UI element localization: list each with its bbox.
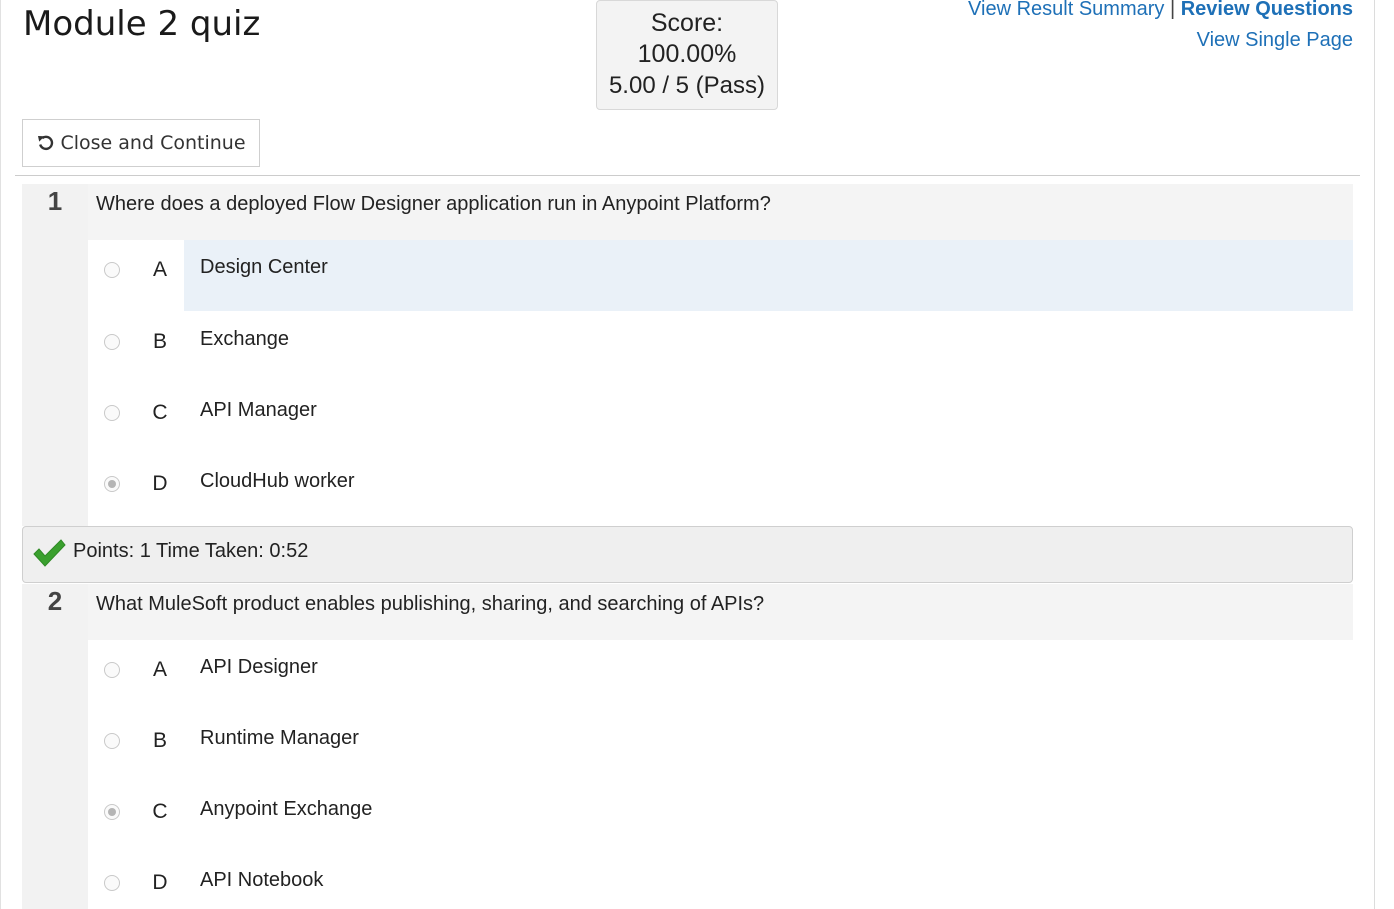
- option-letter: D: [152, 472, 168, 495]
- question-1: 1 Where does a deployed Flow Designer ap…: [22, 184, 1353, 526]
- option-letter: D: [152, 871, 168, 894]
- option-letter: C: [152, 800, 168, 823]
- question-text: What MuleSoft product enables publishing…: [96, 593, 765, 615]
- answer-option[interactable]: D CloudHub worker: [22, 454, 1353, 525]
- checkmark-icon: [33, 539, 66, 567]
- score-percent: 100.00%: [637, 40, 737, 68]
- view-single-page-link[interactable]: View Single Page: [1197, 29, 1353, 51]
- question-text-row: What MuleSoft product enables publishing…: [88, 584, 1353, 640]
- question-number: 1: [47, 186, 63, 216]
- option-letter: A: [152, 658, 167, 681]
- score-label: Score:: [650, 9, 724, 37]
- question-text-row: Where does a deployed Flow Designer appl…: [88, 184, 1353, 240]
- answer-cell: CloudHub worker: [184, 454, 1353, 525]
- answer-option[interactable]: C Anypoint Exchange: [22, 782, 1353, 853]
- answer-cell: Runtime Manager: [184, 711, 1353, 782]
- question-result-bar: Points: 1 Time Taken: 0:52: [22, 526, 1353, 583]
- answer-option[interactable]: C API Manager: [22, 383, 1353, 454]
- answer-option[interactable]: B Runtime Manager: [22, 711, 1353, 782]
- answer-option[interactable]: A API Designer: [22, 640, 1353, 711]
- question-2: 2 What MuleSoft product enables publishi…: [22, 584, 1353, 909]
- answer-text: Runtime Manager: [200, 727, 359, 749]
- option-letter: C: [152, 401, 168, 424]
- score-detail: 5.00 / 5 (Pass): [608, 72, 766, 99]
- close-and-continue-button[interactable]: Close and Continue: [22, 119, 260, 167]
- question-text: Where does a deployed Flow Designer appl…: [96, 193, 771, 215]
- answer-radio[interactable]: [104, 405, 120, 421]
- answer-radio-selected[interactable]: [104, 476, 120, 492]
- answer-cell: API Manager: [184, 383, 1353, 454]
- page-title: Module 2 quiz: [23, 4, 261, 44]
- answer-cell: Anypoint Exchange: [184, 782, 1353, 853]
- header-divider: [15, 175, 1360, 176]
- left-border: [0, 0, 1, 909]
- undo-arrow-icon: [38, 135, 54, 151]
- answer-cell: Design Center: [184, 240, 1353, 311]
- score-box: Score: 100.00% 5.00 / 5 (Pass): [596, 0, 778, 110]
- answer-text: Design Center: [200, 256, 328, 278]
- answer-cell: API Notebook: [184, 853, 1353, 909]
- result-links: View Result Summary | Review Questions V…: [968, 0, 1353, 56]
- answer-cell: API Designer: [184, 640, 1353, 711]
- answer-text: Exchange: [200, 328, 289, 350]
- answer-text: API Designer: [200, 656, 318, 678]
- answer-text: Anypoint Exchange: [200, 798, 373, 820]
- answer-radio[interactable]: [104, 733, 120, 749]
- quiz-results-page: Module 2 quiz Score: 100.00% 5.00 / 5 (P…: [0, 0, 1394, 909]
- option-letter: A: [152, 258, 167, 281]
- answer-option[interactable]: D API Notebook: [22, 853, 1353, 909]
- answer-radio[interactable]: [104, 334, 120, 350]
- points-time-text: Points: 1 Time Taken: 0:52: [73, 540, 309, 562]
- answer-option[interactable]: A Design Center: [22, 240, 1353, 311]
- answer-option[interactable]: B Exchange: [22, 312, 1353, 383]
- link-separator: |: [1169, 0, 1176, 20]
- option-letter: B: [152, 330, 167, 353]
- close-and-continue-label: Close and Continue: [60, 132, 246, 154]
- question-number: 2: [47, 586, 63, 616]
- option-letter: B: [152, 729, 167, 752]
- answer-text: CloudHub worker: [200, 470, 355, 492]
- answer-radio-selected[interactable]: [104, 804, 120, 820]
- vertical-scrollbar[interactable]: [1374, 0, 1394, 909]
- answer-text: API Notebook: [200, 869, 324, 891]
- answer-radio[interactable]: [104, 662, 120, 678]
- answer-radio[interactable]: [104, 262, 120, 278]
- answer-text: API Manager: [200, 399, 317, 421]
- view-result-summary-link[interactable]: View Result Summary: [968, 0, 1164, 20]
- review-questions-link[interactable]: Review Questions: [1181, 0, 1353, 20]
- answer-radio[interactable]: [104, 875, 120, 891]
- answer-cell: Exchange: [184, 312, 1353, 383]
